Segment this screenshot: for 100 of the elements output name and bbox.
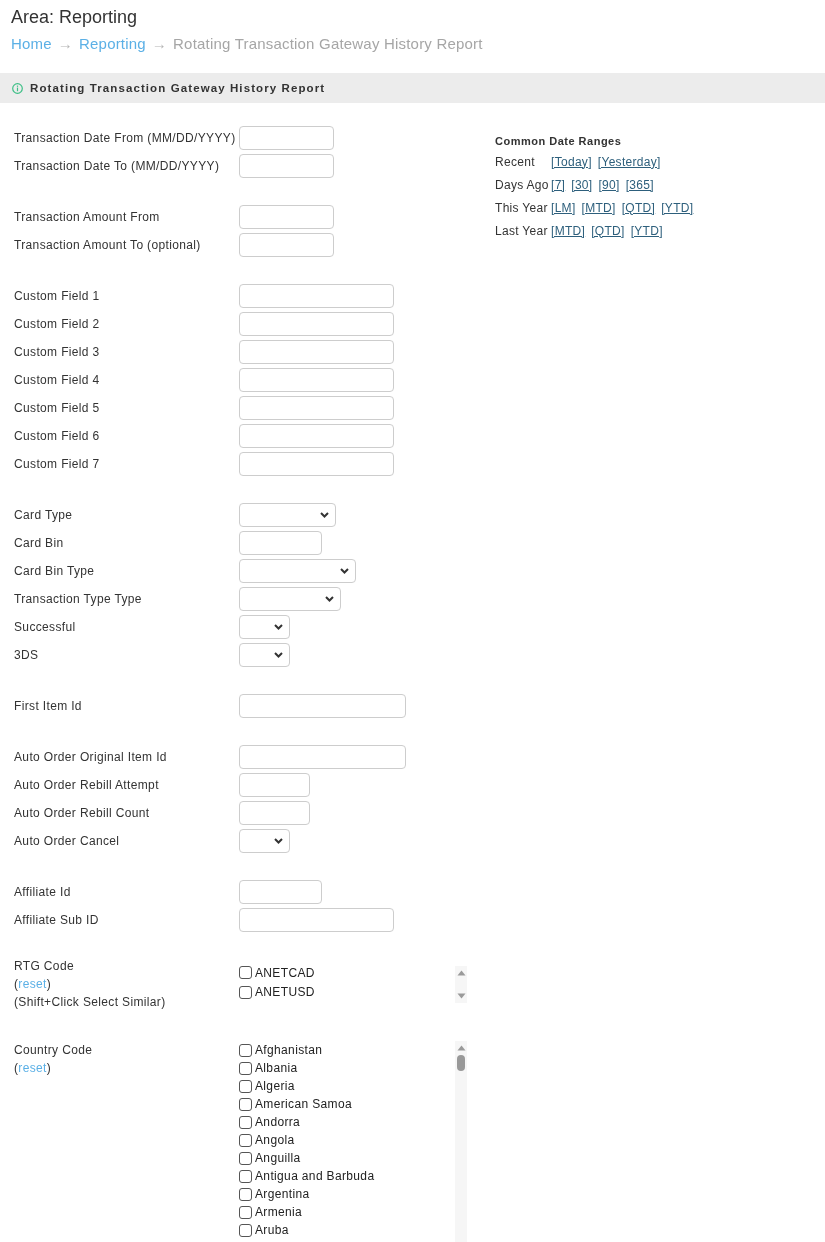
text-input[interactable] bbox=[239, 233, 334, 257]
date-range-link[interactable]: [90] bbox=[598, 177, 620, 192]
checkbox[interactable] bbox=[239, 1151, 252, 1165]
text-input[interactable] bbox=[239, 801, 310, 825]
option-label[interactable]: Andorra bbox=[255, 1115, 301, 1129]
checkbox[interactable] bbox=[239, 1097, 252, 1111]
chevron-down-icon bbox=[320, 512, 329, 518]
text-input[interactable] bbox=[239, 694, 406, 718]
field-label: Transaction Amount From bbox=[14, 210, 160, 224]
field-label: Custom Field 5 bbox=[14, 401, 100, 415]
text-input[interactable] bbox=[239, 340, 394, 364]
checkbox[interactable] bbox=[239, 1223, 252, 1237]
checkbox[interactable] bbox=[239, 1133, 252, 1147]
text-input[interactable] bbox=[239, 396, 394, 420]
date-range-link[interactable]: [7] bbox=[551, 177, 566, 192]
info-icon bbox=[12, 82, 23, 94]
dropdown-field[interactable] bbox=[239, 587, 341, 611]
option-label[interactable]: Argentina bbox=[255, 1187, 310, 1201]
checkbox[interactable] bbox=[239, 966, 252, 980]
field-label: Transaction Type Type bbox=[14, 592, 142, 606]
date-range-link[interactable]: [QTD] bbox=[621, 200, 656, 215]
field-label: Country Code bbox=[14, 1042, 93, 1059]
date-range-link[interactable]: [Today] bbox=[551, 154, 592, 169]
text-input[interactable] bbox=[239, 880, 322, 904]
reset-note: (reset) bbox=[14, 976, 52, 993]
option-label[interactable]: Armenia bbox=[255, 1205, 303, 1219]
text-input[interactable] bbox=[239, 126, 334, 150]
field-label: Transaction Date From (MM/DD/YYYY) bbox=[14, 131, 236, 145]
date-range-link[interactable]: [QTD] bbox=[591, 223, 625, 238]
date-ranges-title: Common Date Ranges bbox=[495, 134, 622, 149]
scrollbar-thumb[interactable] bbox=[457, 1055, 465, 1071]
text-input[interactable] bbox=[239, 312, 394, 336]
field-label: Custom Field 7 bbox=[14, 457, 100, 471]
field-label: First Item Id bbox=[14, 699, 82, 713]
breadcrumb-current: Rotating Transaction Gateway History Report bbox=[173, 34, 483, 54]
field-label: Auto Order Original Item Id bbox=[14, 750, 167, 764]
date-range-link[interactable]: [MTD] bbox=[581, 200, 616, 215]
checkbox[interactable] bbox=[239, 985, 252, 999]
text-input[interactable] bbox=[239, 452, 394, 476]
option-label[interactable]: Angola bbox=[255, 1133, 295, 1147]
option-label[interactable]: ANETUSD bbox=[255, 985, 315, 1000]
text-input[interactable] bbox=[239, 154, 334, 178]
option-label[interactable]: Antigua and Barbuda bbox=[255, 1169, 375, 1183]
text-input[interactable] bbox=[239, 424, 394, 448]
chevron-down-icon bbox=[325, 596, 334, 602]
field-label: Auto Order Rebill Attempt bbox=[14, 778, 159, 792]
breadcrumb-separator: → bbox=[151, 34, 168, 54]
date-range-link[interactable]: [YTD] bbox=[630, 223, 663, 238]
text-input[interactable] bbox=[239, 205, 334, 229]
option-label[interactable]: Albania bbox=[255, 1061, 298, 1075]
field-label: Card Bin bbox=[14, 536, 64, 550]
range-label: Last Year bbox=[495, 223, 549, 238]
dropdown-field[interactable] bbox=[239, 829, 290, 853]
text-input[interactable] bbox=[239, 745, 406, 769]
page-title: Area: Reporting bbox=[11, 6, 138, 28]
range-label: This Year bbox=[495, 200, 549, 215]
text-input[interactable] bbox=[239, 773, 310, 797]
option-label[interactable]: American Samoa bbox=[255, 1097, 352, 1111]
field-label: Card Bin Type bbox=[14, 564, 95, 578]
text-input[interactable] bbox=[239, 284, 394, 308]
option-label[interactable]: Aruba bbox=[255, 1223, 289, 1237]
checkbox[interactable] bbox=[239, 1115, 252, 1129]
field-label: Successful bbox=[14, 620, 76, 634]
text-input[interactable] bbox=[239, 368, 394, 392]
text-input[interactable] bbox=[239, 531, 322, 555]
option-label[interactable]: Anguilla bbox=[255, 1151, 301, 1165]
checkbox[interactable] bbox=[239, 1079, 252, 1093]
field-label: RTG Code bbox=[14, 958, 74, 975]
field-label: Card Type bbox=[14, 508, 73, 522]
field-label: Custom Field 6 bbox=[14, 429, 100, 443]
reset-note: (reset) bbox=[14, 1060, 52, 1077]
field-label: Auto Order Cancel bbox=[14, 834, 120, 848]
text-input[interactable] bbox=[239, 908, 394, 932]
checkbox[interactable] bbox=[239, 1187, 252, 1201]
range-label: Recent bbox=[495, 154, 536, 169]
dropdown-field[interactable] bbox=[239, 643, 290, 667]
dropdown-field[interactable] bbox=[239, 503, 336, 527]
hint-text: (Shift+Click Select Similar) bbox=[14, 994, 166, 1011]
date-range-link[interactable]: [YTD] bbox=[661, 200, 694, 215]
date-range-link[interactable]: [Yesterday] bbox=[597, 154, 661, 169]
dropdown-field[interactable] bbox=[239, 615, 290, 639]
field-label: Custom Field 2 bbox=[14, 317, 100, 331]
date-range-link[interactable]: [MTD] bbox=[551, 223, 586, 238]
option-label[interactable]: ANETCAD bbox=[255, 965, 315, 980]
chevron-down-icon bbox=[274, 838, 283, 844]
date-range-link[interactable]: [LM] bbox=[551, 200, 576, 215]
scroll-up-icon bbox=[456, 970, 466, 976]
date-range-link[interactable]: [30] bbox=[571, 177, 593, 192]
field-label: Auto Order Rebill Count bbox=[14, 806, 150, 820]
date-range-link[interactable]: [365] bbox=[625, 177, 654, 192]
scroll-down-icon bbox=[456, 993, 466, 999]
dropdown-field[interactable] bbox=[239, 559, 356, 583]
checkbox[interactable] bbox=[239, 1169, 252, 1183]
field-label: Custom Field 4 bbox=[14, 373, 100, 387]
option-label[interactable]: Algeria bbox=[255, 1079, 295, 1093]
checkbox[interactable] bbox=[239, 1043, 252, 1057]
option-label[interactable]: Afghanistan bbox=[255, 1043, 323, 1057]
field-label: Affiliate Sub ID bbox=[14, 913, 99, 927]
checkbox[interactable] bbox=[239, 1061, 252, 1075]
checkbox[interactable] bbox=[239, 1205, 252, 1219]
